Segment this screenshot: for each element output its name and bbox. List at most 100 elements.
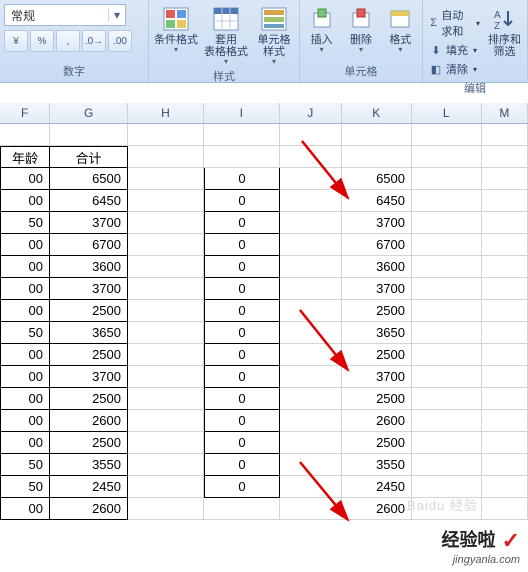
cell[interactable] <box>128 124 204 146</box>
cell-J-9[interactable] <box>280 366 342 388</box>
cell-M-10[interactable] <box>482 388 528 410</box>
cell-F-4[interactable]: 00 <box>0 256 50 278</box>
cell-J-5[interactable] <box>280 278 342 300</box>
cell-I-12[interactable]: 0 <box>204 432 280 454</box>
cell-I-7[interactable]: 0 <box>204 322 280 344</box>
column-header-I[interactable]: I <box>204 103 280 123</box>
cell-I-9[interactable]: 0 <box>204 366 280 388</box>
cell-H-10[interactable] <box>128 388 204 410</box>
cell-F-2[interactable]: 50 <box>0 212 50 234</box>
cell-G-10[interactable]: 2500 <box>50 388 128 410</box>
cell-G-14[interactable]: 2450 <box>50 476 128 498</box>
cell-I-3[interactable]: 0 <box>204 234 280 256</box>
cell-K-10[interactable]: 2500 <box>342 388 412 410</box>
cell-J-11[interactable] <box>280 410 342 432</box>
cell[interactable] <box>482 124 528 146</box>
cell-H-1[interactable] <box>128 190 204 212</box>
cell-L-9[interactable] <box>412 366 482 388</box>
cell-F-10[interactable]: 00 <box>0 388 50 410</box>
cell-header-G[interactable]: 合计 <box>50 146 128 168</box>
clear-button[interactable]: ◧清除▾ <box>427 60 482 78</box>
cell-header-L[interactable] <box>412 146 482 168</box>
cell-G-7[interactable]: 3650 <box>50 322 128 344</box>
cell-M-11[interactable] <box>482 410 528 432</box>
cell-G-12[interactable]: 2500 <box>50 432 128 454</box>
column-header-J[interactable]: J <box>280 103 342 123</box>
cell-K-2[interactable]: 3700 <box>342 212 412 234</box>
cell-H-13[interactable] <box>128 454 204 476</box>
column-header-F[interactable]: F <box>0 103 50 123</box>
cell-F-3[interactable]: 00 <box>0 234 50 256</box>
cell-I-10[interactable]: 0 <box>204 388 280 410</box>
cell-header-M[interactable] <box>482 146 528 168</box>
cell-H-12[interactable] <box>128 432 204 454</box>
cell-M-12[interactable] <box>482 432 528 454</box>
cell[interactable] <box>0 124 50 146</box>
conditional-format-button[interactable]: 条件格式 ▾ <box>153 4 199 54</box>
cell-G-13[interactable]: 3550 <box>50 454 128 476</box>
cell-M-14[interactable] <box>482 476 528 498</box>
cell-M-15[interactable] <box>482 498 528 520</box>
cell-J-15[interactable] <box>280 498 342 520</box>
cell-F-6[interactable]: 00 <box>0 300 50 322</box>
number-format-combo[interactable]: 常规 ▾ <box>4 4 126 26</box>
cell-H-8[interactable] <box>128 344 204 366</box>
cell-L-5[interactable] <box>412 278 482 300</box>
cell-H-6[interactable] <box>128 300 204 322</box>
cell-I-0[interactable]: 0 <box>204 168 280 190</box>
cell-H-15[interactable] <box>128 498 204 520</box>
cell-K-8[interactable]: 2500 <box>342 344 412 366</box>
cell-J-3[interactable] <box>280 234 342 256</box>
cell-H-4[interactable] <box>128 256 204 278</box>
cell-K-13[interactable]: 3550 <box>342 454 412 476</box>
cell-M-8[interactable] <box>482 344 528 366</box>
cell-M-13[interactable] <box>482 454 528 476</box>
comma-button[interactable]: , <box>56 30 80 52</box>
cell-G-5[interactable]: 3700 <box>50 278 128 300</box>
cell-L-6[interactable] <box>412 300 482 322</box>
cell-G-8[interactable]: 2500 <box>50 344 128 366</box>
cell-F-7[interactable]: 50 <box>0 322 50 344</box>
table-format-button[interactable]: 套用 表格格式 ▾ <box>203 4 249 66</box>
cell[interactable] <box>204 124 280 146</box>
cell-F-13[interactable]: 50 <box>0 454 50 476</box>
column-header-K[interactable]: K <box>342 103 412 123</box>
cell-M-3[interactable] <box>482 234 528 256</box>
percent-button[interactable]: % <box>30 30 54 52</box>
cell[interactable] <box>342 124 412 146</box>
cell-J-1[interactable] <box>280 190 342 212</box>
cell-H-5[interactable] <box>128 278 204 300</box>
autosum-button[interactable]: Σ自动求和▾ <box>427 6 482 40</box>
cell-header-F[interactable]: 年龄 <box>0 146 50 168</box>
cell-M-1[interactable] <box>482 190 528 212</box>
increase-decimal-button[interactable]: .0→ <box>82 30 106 52</box>
currency-button[interactable]: ¥ <box>4 30 28 52</box>
cell-I-15[interactable] <box>204 498 280 520</box>
cell-K-14[interactable]: 2450 <box>342 476 412 498</box>
insert-button[interactable]: 插入 ▾ <box>304 4 339 54</box>
cell-J-8[interactable] <box>280 344 342 366</box>
cell-H-7[interactable] <box>128 322 204 344</box>
cell-H-11[interactable] <box>128 410 204 432</box>
cell-F-5[interactable]: 00 <box>0 278 50 300</box>
cell-M-4[interactable] <box>482 256 528 278</box>
column-header-G[interactable]: G <box>50 103 128 123</box>
cell-I-13[interactable]: 0 <box>204 454 280 476</box>
cell-H-9[interactable] <box>128 366 204 388</box>
cell-K-0[interactable]: 6500 <box>342 168 412 190</box>
cell-I-5[interactable]: 0 <box>204 278 280 300</box>
cell-I-1[interactable]: 0 <box>204 190 280 212</box>
cell-H-0[interactable] <box>128 168 204 190</box>
cell-J-7[interactable] <box>280 322 342 344</box>
cell-L-4[interactable] <box>412 256 482 278</box>
fill-button[interactable]: ⬇填充▾ <box>427 41 482 59</box>
sort-filter-button[interactable]: AZ 排序和 筛选 <box>486 4 523 58</box>
cell-F-12[interactable]: 00 <box>0 432 50 454</box>
cell-L-11[interactable] <box>412 410 482 432</box>
cell-G-4[interactable]: 3600 <box>50 256 128 278</box>
cell-G-15[interactable]: 2600 <box>50 498 128 520</box>
delete-button[interactable]: 删除 ▾ <box>343 4 378 54</box>
cell-J-10[interactable] <box>280 388 342 410</box>
cell-L-10[interactable] <box>412 388 482 410</box>
column-header-H[interactable]: H <box>128 103 204 123</box>
